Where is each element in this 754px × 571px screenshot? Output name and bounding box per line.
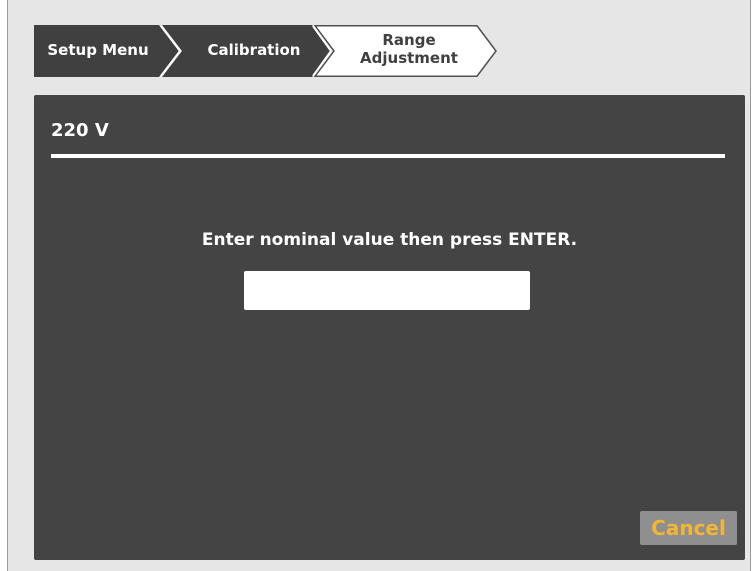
breadcrumb-label: Setup Menu [47,41,149,59]
breadcrumb: Setup Menu Calibration Range Adjustment [34,25,504,77]
calibration-panel: 220 V Enter nominal value then press ENT… [34,95,745,560]
breadcrumb-item-range-adjustment[interactable]: Range Adjustment [334,25,489,77]
cancel-button[interactable]: Cancel [640,511,737,545]
breadcrumb-label-line1: Range [382,31,436,49]
panel-title: 220 V [51,120,109,141]
breadcrumb-item-setup-menu[interactable]: Setup Menu [34,25,174,77]
breadcrumb-label-line2: Adjustment [360,49,458,67]
instruction-text: Enter nominal value then press ENTER. [201,230,578,250]
title-divider [51,154,725,158]
breadcrumb-item-calibration[interactable]: Calibration [179,25,324,77]
nominal-value-input[interactable] [244,271,530,310]
breadcrumb-label: Calibration [207,41,301,59]
